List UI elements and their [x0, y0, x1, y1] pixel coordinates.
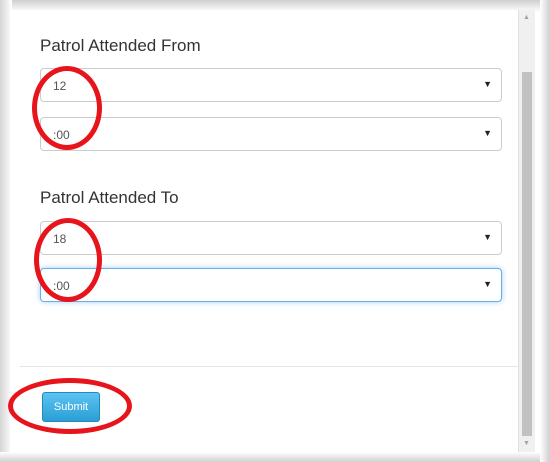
caret-down-icon: ▼ [483, 128, 492, 138]
to-minute-select[interactable]: :00 ▼ [40, 268, 502, 302]
to-hour-select[interactable]: 18 ▼ [40, 221, 502, 255]
patrol-to-label: Patrol Attended To [40, 188, 179, 207]
from-minute-select[interactable]: :00 ▼ [40, 117, 502, 151]
patrol-from-label: Patrol Attended From [40, 36, 201, 55]
vertical-scrollbar[interactable]: ▲ ▼ [518, 10, 535, 452]
caret-down-icon: ▼ [483, 279, 492, 289]
caret-down-icon: ▼ [483, 232, 492, 242]
shadow-edge-right [540, 0, 550, 462]
annotation-circle-from-hour [32, 66, 102, 150]
shadow-edge-bottom [0, 452, 550, 462]
footer-divider [20, 366, 518, 367]
screenshot-frame: Patrol Attended From 12 ▼ :00 ▼ Patrol A… [0, 0, 550, 462]
scroll-down-icon[interactable]: ▼ [523, 440, 530, 447]
from-hour-select[interactable]: 12 ▼ [40, 68, 502, 102]
scroll-up-icon[interactable]: ▲ [523, 14, 530, 21]
caret-down-icon: ▼ [483, 79, 492, 89]
annotation-circle-to-hour [34, 218, 102, 302]
annotation-circle-submit [8, 378, 132, 434]
scrollbar-thumb[interactable] [522, 72, 532, 436]
